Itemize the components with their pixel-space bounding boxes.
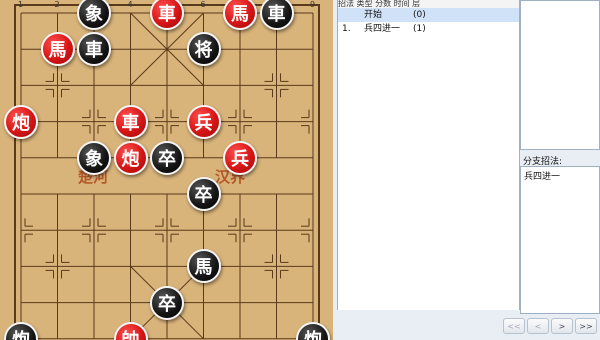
prev-move-button[interactable]: < (527, 318, 549, 334)
file-number-label: 1 (18, 0, 24, 9)
red-piece[interactable]: 馬 (40, 32, 75, 67)
move-list-panel: 招法 类型 分数 时间 层 开始 (0) 1. 兵四进一 (1) (337, 0, 520, 310)
red-piece[interactable]: 炮 (113, 140, 148, 175)
move-text: 兵四进一 (364, 24, 401, 34)
black-piece[interactable]: 馬 (186, 249, 221, 284)
black-piece[interactable]: 卒 (150, 285, 184, 320)
move-score: (0) (413, 10, 426, 20)
comment-box[interactable] (520, 0, 600, 150)
first-move-button[interactable]: << (503, 318, 525, 334)
file-number-label: 2 (54, 0, 60, 9)
move-list-header: 招法 类型 分数 时间 层 (338, 0, 519, 8)
file-number-label: 6 (200, 0, 206, 9)
file-number-label: 9 (310, 0, 316, 9)
black-piece[interactable]: 車 (259, 0, 294, 30)
black-piece[interactable]: 車 (77, 32, 111, 67)
red-piece[interactable]: 兵 (186, 104, 221, 139)
right-panel: 分支招法: 兵四进一 (520, 0, 600, 340)
last-move-button[interactable]: >> (575, 318, 597, 334)
file-number-label: 4 (127, 0, 133, 9)
move-text: 开始 (364, 10, 383, 20)
xiangqi-board[interactable]: 123456789 楚河 汉界 象車馬車馬車将炮車兵象炮卒兵卒馬卒炮帥炮 (0, 0, 333, 340)
red-piece[interactable]: 車 (113, 104, 148, 139)
black-piece[interactable]: 将 (186, 32, 221, 67)
move-number: 1. (342, 24, 351, 34)
red-piece[interactable]: 炮 (4, 104, 38, 139)
branch-move-item[interactable]: 兵四进一 (524, 169, 560, 182)
next-move-button[interactable]: > (551, 318, 573, 334)
move-row-1[interactable]: 1. 兵四进一 (1) (338, 22, 519, 36)
move-row-start[interactable]: 开始 (0) (338, 8, 519, 22)
red-piece[interactable]: 兵 (223, 140, 257, 175)
move-score: (1) (413, 24, 426, 34)
black-piece[interactable]: 卒 (150, 140, 184, 175)
black-piece[interactable]: 象 (77, 140, 111, 175)
branch-moves-list: 兵四进一 (520, 166, 600, 314)
black-piece[interactable]: 卒 (186, 177, 221, 211)
